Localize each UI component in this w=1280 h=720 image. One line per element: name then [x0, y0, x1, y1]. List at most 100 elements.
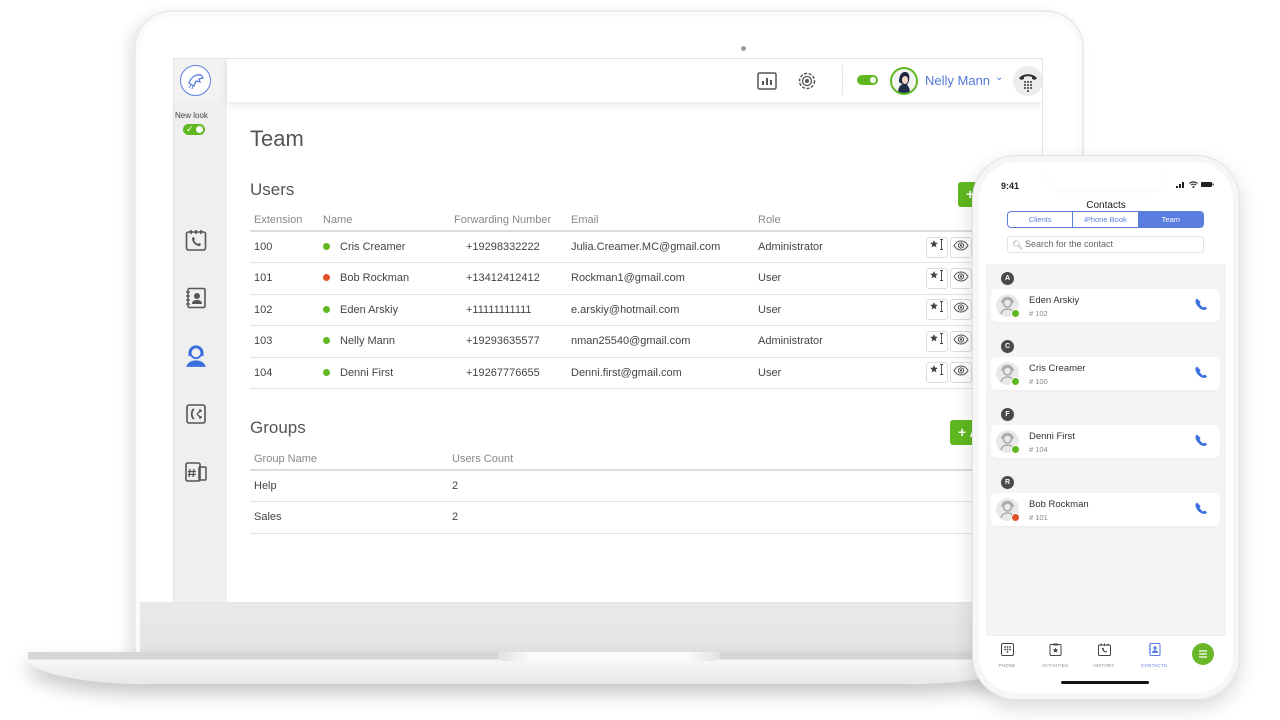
forwarding-cell: +13412412412 [450, 262, 567, 295]
name-cell: Nelly Mann [319, 325, 450, 358]
toggle-knob [196, 126, 203, 133]
call-button[interactable] [1194, 297, 1210, 313]
dialpad-phone-icon [1019, 74, 1037, 92]
call-button[interactable] [1194, 433, 1210, 449]
segment-iphone-book[interactable]: iPhone Book [1073, 212, 1139, 227]
tab-phone[interactable]: PHONE [987, 643, 1027, 668]
call-button[interactable] [1194, 365, 1210, 381]
phone-tab-bar: PHONE ACTIVITIES HISTORY CONTACTS [986, 635, 1226, 688]
home-indicator[interactable] [1061, 681, 1149, 684]
view-user-button[interactable] [950, 362, 972, 384]
contact-name: Eden Arskiy [1029, 295, 1080, 306]
signal-icon [1175, 182, 1184, 188]
edit-extension-button[interactable] [926, 267, 948, 289]
role-cell: User [754, 262, 922, 295]
stats-button[interactable] [756, 70, 778, 92]
new-look-toggle[interactable]: ✓ [183, 124, 205, 135]
user-name[interactable]: Nelly Mann [925, 73, 990, 88]
name-cell: Denni First [319, 357, 450, 389]
section-letter-badge: F [1001, 408, 1014, 421]
email-cell: Rockman1@gmail.com [567, 262, 754, 295]
settings-button[interactable] [796, 70, 818, 92]
groups-table: Group Name Users Count Help 2 Sales 2 [250, 448, 985, 534]
star-cursor-icon [930, 269, 943, 281]
app-logo-icon[interactable] [180, 65, 211, 96]
user-name-text: Denni First [340, 366, 394, 379]
user-avatar[interactable] [890, 67, 918, 95]
column-header[interactable]: Users Count [448, 448, 985, 471]
sidebar-item-call-history[interactable] [183, 227, 209, 253]
contact-card[interactable]: Denni First # 104 [991, 425, 1220, 458]
sidebar-item-call-routing[interactable] [183, 401, 209, 427]
new-look-label: New look [175, 111, 208, 120]
status-dot [1011, 445, 1020, 454]
table-row[interactable]: 100 Cris Creamer +19298332222 Julia.Creamer… [250, 231, 985, 263]
column-header[interactable]: Name [319, 209, 450, 232]
extension-cell: 102 [250, 294, 319, 326]
tab-label: PHONE [998, 663, 1016, 668]
gear-icon [798, 72, 816, 90]
topbar-divider [842, 65, 843, 95]
contact-name: Denni First [1029, 431, 1075, 442]
table-row[interactable]: 102 Eden Arskiy +11111111111 e.arskiy@hotma… [250, 294, 985, 326]
segment-team[interactable]: Team [1138, 212, 1203, 227]
sidebar-item-team[interactable] [183, 343, 209, 369]
headset-agent-icon [186, 345, 206, 367]
view-user-button[interactable] [950, 236, 972, 258]
group-name-cell: Sales [250, 501, 448, 534]
laptop-notch [498, 652, 720, 661]
chevron-down-icon[interactable]: ⌄ [995, 72, 1003, 83]
table-row[interactable]: 103 Nelly Mann +19293635577 nman25540@gmail… [250, 325, 985, 358]
view-user-button[interactable] [950, 299, 972, 321]
sidebar-item-contacts[interactable] [183, 285, 209, 311]
menu-button[interactable] [1192, 643, 1214, 665]
calendar-phone-icon [1097, 643, 1111, 656]
contact-search-input[interactable]: 🔍︎ Search for the contact [1007, 236, 1204, 253]
dialpad-icon [1000, 643, 1014, 656]
column-header[interactable]: Email [567, 209, 754, 232]
column-header[interactable]: Forwarding Number [450, 209, 567, 232]
tab-activities[interactable]: ACTIVITIES [1035, 643, 1075, 668]
sidebar: New look ✓ [174, 59, 227, 602]
edit-extension-button[interactable] [926, 362, 948, 384]
contact-card[interactable]: Bob Rockman # 101 [991, 493, 1220, 526]
table-row[interactable]: Help 2 [250, 470, 985, 502]
hamburger-icon [1199, 650, 1207, 658]
view-user-button[interactable] [950, 330, 972, 352]
edit-extension-button[interactable] [926, 330, 948, 352]
extension-cell: 103 [250, 325, 319, 358]
contact-extension: # 101 [1029, 513, 1048, 522]
view-user-button[interactable] [950, 267, 972, 289]
tab-label: CONTACTS [1140, 663, 1168, 668]
segment-clients[interactable]: Clients [1008, 212, 1074, 227]
tab-history[interactable]: HISTORY [1084, 643, 1124, 668]
column-header[interactable]: Role [754, 209, 922, 232]
edit-extension-button[interactable] [926, 299, 948, 321]
main-content: Team Users + Extension Name Forwarding N… [250, 102, 1042, 602]
address-book-icon [1148, 642, 1161, 657]
phone-screen-title: Contacts [1086, 200, 1126, 211]
column-header[interactable]: Group Name [250, 448, 448, 471]
eye-icon [953, 334, 969, 345]
sidebar-item-numbers[interactable] [183, 459, 209, 485]
star-cursor-icon [930, 301, 943, 313]
table-row[interactable]: Sales 2 [250, 501, 985, 534]
column-header[interactable]: Extension [250, 209, 319, 232]
check-icon: ✓ [186, 124, 194, 134]
edit-extension-button[interactable] [926, 236, 948, 258]
section-letter-badge: C [1001, 340, 1014, 353]
contact-extension: # 100 [1029, 377, 1048, 386]
contact-card[interactable]: Cris Creamer # 100 [991, 357, 1220, 390]
availability-toggle[interactable] [857, 75, 878, 85]
star-cursor-icon [930, 238, 943, 250]
call-button[interactable] [1194, 501, 1210, 517]
contact-card[interactable]: Eden Arskiy # 102 [991, 289, 1220, 322]
table-row[interactable]: 104 Denni First +19267776655 Denni.first@gm… [250, 357, 985, 389]
tab-contacts[interactable]: CONTACTS [1134, 642, 1174, 668]
dialpad-button[interactable] [1013, 66, 1042, 96]
section-letter-badge: R [1001, 476, 1014, 489]
table-row[interactable]: 101 Bob Rockman +13412412412 Rockman1@gmail… [250, 262, 985, 295]
role-cell: Administrator [754, 325, 922, 358]
user-photo-icon [898, 72, 910, 93]
hash-devices-icon [185, 462, 207, 482]
